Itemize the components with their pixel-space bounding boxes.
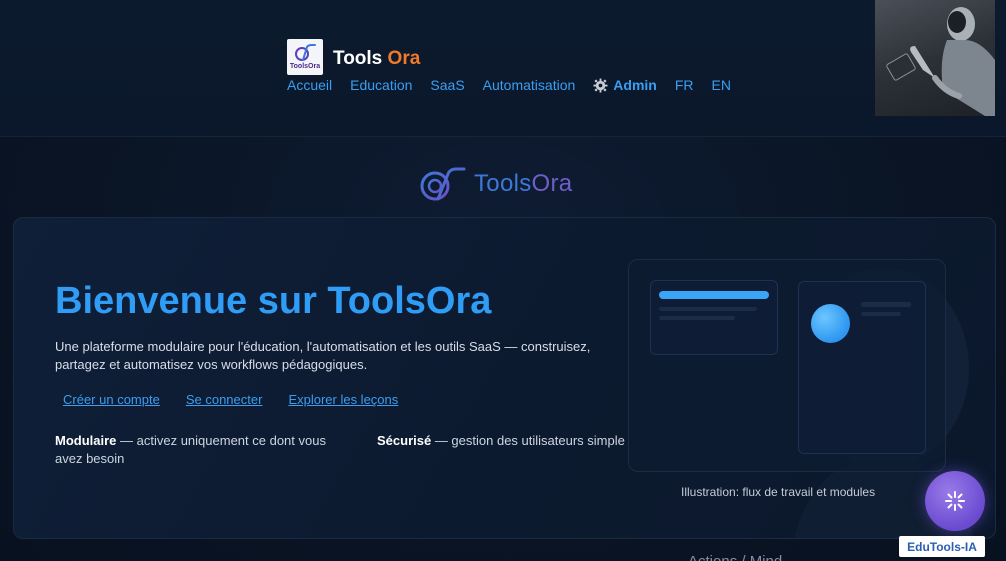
illustration-line — [659, 307, 757, 311]
feature-list: Modulaire — activez uniquement ce dont v… — [55, 432, 679, 468]
robot-illustration — [886, 7, 995, 116]
illustration-caption: Illustration: flux de travail et modules — [681, 485, 876, 499]
hero-card: Bienvenue sur ToolsOra Une plateforme mo… — [13, 217, 996, 539]
center-logo-part2: Ora — [531, 170, 573, 197]
illustration-progress-bar — [659, 291, 769, 299]
lang-fr[interactable]: FR — [675, 77, 694, 93]
center-logo: ToolsOra — [418, 166, 572, 202]
feature-title: Sécurisé — [377, 433, 432, 448]
admin-label: Admin — [613, 77, 657, 93]
lang-en[interactable]: EN — [712, 77, 731, 93]
feature-modular: Modulaire — activez uniquement ce dont v… — [55, 432, 357, 468]
assistant-chat-button[interactable] — [925, 471, 985, 531]
center-logo-part1: Tools — [474, 170, 532, 197]
illustration-avatar-dot — [811, 304, 850, 343]
illustration-line — [659, 316, 735, 320]
feature-title: Modulaire — [55, 433, 117, 448]
main-nav: Accueil Education SaaS Automatisation Ad… — [287, 77, 731, 93]
robot-image — [875, 0, 995, 116]
gear-icon — [593, 77, 608, 93]
sparkle-icon — [945, 491, 965, 511]
hero-title: Bienvenue sur ToolsOra — [55, 280, 492, 322]
assistant-label[interactable]: EduTools-IA — [899, 536, 985, 557]
center-logo-text: ToolsOra — [474, 170, 572, 198]
site-header: ToolsOra Tools Ora Accueil Education Saa… — [0, 0, 1006, 137]
brand-logo[interactable]: ToolsOra — [287, 39, 323, 75]
hero-description: Une plateforme modulaire pour l'éducatio… — [55, 339, 591, 372]
nav-link-admin[interactable]: Admin — [593, 77, 657, 93]
nav-link-home[interactable]: Accueil — [287, 77, 332, 93]
workflow-illustration — [628, 259, 946, 472]
hero-actions: Créer un compte Se connecter Explorer le… — [63, 392, 398, 407]
page: ToolsOra Tools Ora Accueil Education Saa… — [0, 0, 1006, 561]
login-link[interactable]: Se connecter — [186, 392, 263, 407]
brand-logo-caption: ToolsOra — [289, 62, 321, 70]
explore-lessons-link[interactable]: Explorer les leçons — [288, 392, 398, 407]
illustration-line — [861, 302, 911, 307]
brand-name-primary: Tools — [333, 48, 383, 69]
illustration-profile-card — [798, 281, 926, 454]
ora-logo-icon — [295, 43, 316, 61]
toolsora-logo-icon — [420, 167, 466, 201]
brand-name[interactable]: Tools Ora — [333, 48, 420, 70]
brand-name-accent: Ora — [387, 48, 421, 69]
next-section-heading: Actions / Mind... — [688, 553, 795, 561]
signup-link[interactable]: Créer un compte — [63, 392, 160, 407]
nav-link-automation[interactable]: Automatisation — [483, 77, 576, 93]
feature-text: — gestion des utilisateurs simple — [431, 433, 625, 448]
illustration-line — [861, 312, 901, 316]
nav-link-saas[interactable]: SaaS — [430, 77, 464, 93]
nav-link-education[interactable]: Education — [350, 77, 412, 93]
illustration-module-card — [650, 280, 778, 355]
